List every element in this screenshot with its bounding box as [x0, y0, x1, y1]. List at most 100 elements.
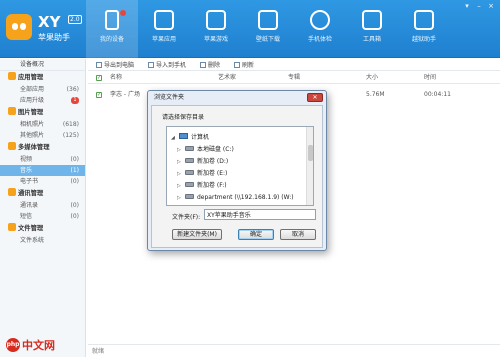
- col-size[interactable]: 大小: [366, 72, 378, 84]
- col-album[interactable]: 专辑: [288, 72, 300, 84]
- sidebar-item-app-upgrade[interactable]: 应用升级 1: [0, 95, 85, 106]
- main-nav: 我的设备 苹果应用 苹果游戏 壁纸下载 手机体检 工具箱 越狱助手: [86, 0, 450, 58]
- sidebar-device-overview[interactable]: 设备概况: [0, 59, 85, 71]
- tree-item-drive-d[interactable]: ▷ 新加卷 (D:): [177, 157, 228, 167]
- drive-icon: [185, 182, 194, 187]
- apps-group-icon: [8, 72, 16, 80]
- new-folder-button[interactable]: 新建文件夹(M): [172, 229, 222, 240]
- scrollbar-thumb[interactable]: [308, 145, 313, 161]
- col-name[interactable]: 名称: [110, 72, 122, 84]
- refresh-icon: [234, 61, 241, 68]
- ok-button[interactable]: 确定: [238, 229, 274, 240]
- tree-item-network-drive[interactable]: ▷ department (\\192.168.1.9) (W:): [177, 193, 294, 203]
- folder-label: 文件夹(F):: [172, 214, 201, 221]
- tree-scrollbar[interactable]: [306, 127, 313, 205]
- nav-phone-checkup[interactable]: 手机体检: [294, 0, 346, 58]
- dialog-body: 请选择保存目录 ◢ 计算机 ▷ 本地磁盘 (C:) ▷ 新加卷 (D:) ▷ 新…: [151, 105, 323, 248]
- sidebar-item-all-apps[interactable]: 全部应用 (36): [0, 84, 85, 95]
- sidebar-group-files[interactable]: 文件管理: [0, 222, 85, 235]
- select-all-checkbox[interactable]: ✓: [96, 75, 102, 81]
- tree-label: 新加卷 (F:): [197, 182, 227, 189]
- col-artist[interactable]: 艺术家: [218, 72, 236, 84]
- checkup-icon: [310, 10, 330, 30]
- item-count: (0): [70, 202, 80, 209]
- item-label: 相机照片: [20, 121, 45, 128]
- item-label: 文件系统: [20, 237, 45, 244]
- item-label: 电子书: [20, 178, 39, 185]
- refresh-button[interactable]: 刷新: [234, 60, 254, 69]
- nav-toolbox[interactable]: 工具箱: [346, 0, 398, 58]
- sidebar-group-apps[interactable]: 应用管理: [0, 71, 85, 84]
- nav-label: 工具箱: [362, 36, 381, 43]
- tree-item-drive-f[interactable]: ▷ 新加卷 (F:): [177, 181, 227, 191]
- app-name: 苹果助手: [38, 33, 70, 42]
- item-count: (0): [70, 156, 80, 163]
- sidebar: 设备概况 应用管理 全部应用 (36) 应用升级 1 图片管理 相机照片 (618) …: [0, 59, 86, 357]
- button-label: 导出到电脑: [104, 62, 135, 69]
- sidebar-item-file-system[interactable]: 文件系统: [0, 235, 85, 246]
- watermark: php 中文网: [6, 336, 55, 354]
- button-label: 导入到手机: [156, 62, 187, 69]
- col-time[interactable]: 时间: [424, 72, 436, 84]
- tree-label: 本地磁盘 (C:): [197, 146, 234, 153]
- cell-name: 李志 - 广场: [110, 91, 140, 98]
- nav-label: 壁纸下载: [255, 36, 280, 43]
- nav-label: 越狱助手: [411, 36, 436, 43]
- skin-icon[interactable]: ▾: [462, 2, 472, 10]
- import-to-phone-button[interactable]: 导入到手机: [148, 60, 186, 69]
- sidebar-item-music[interactable]: 音乐 (1): [0, 165, 85, 176]
- files-group-icon: [8, 223, 16, 231]
- nav-label: 手机体检: [307, 36, 332, 43]
- nav-my-device[interactable]: 我的设备: [86, 0, 138, 58]
- sidebar-item-sms[interactable]: 短信 (0): [0, 211, 85, 222]
- tree-item-computer[interactable]: ◢ 计算机: [171, 133, 209, 143]
- game-icon: [206, 10, 226, 30]
- nav-apple-apps[interactable]: 苹果应用: [138, 0, 190, 58]
- nav-label: 苹果应用: [151, 36, 176, 43]
- sidebar-group-contacts[interactable]: 通讯管理: [0, 187, 85, 200]
- button-label: 刷新: [242, 62, 255, 69]
- export-icon: [96, 61, 102, 68]
- collapsed-arrow-icon[interactable]: ▷: [177, 157, 183, 167]
- sidebar-group-photos[interactable]: 图片管理: [0, 106, 85, 119]
- drive-icon: [185, 146, 194, 151]
- nav-apple-games[interactable]: 苹果游戏: [190, 0, 242, 58]
- watermark-text: 中文网: [22, 339, 55, 352]
- sidebar-item-other-photos[interactable]: 其他照片 (125): [0, 130, 85, 141]
- cancel-button[interactable]: 取消: [280, 229, 316, 240]
- item-label: 应用升级: [20, 97, 45, 104]
- export-to-pc-button[interactable]: 导出到电脑: [96, 60, 134, 69]
- item-count: (0): [70, 213, 80, 220]
- minimize-icon[interactable]: –: [474, 2, 484, 10]
- collapsed-arrow-icon[interactable]: ▷: [177, 145, 183, 155]
- close-icon[interactable]: ×: [486, 2, 496, 10]
- tree-item-drive-c[interactable]: ▷ 本地磁盘 (C:): [177, 145, 234, 155]
- sidebar-item-ebook[interactable]: 电子书 (0): [0, 176, 85, 187]
- collapsed-arrow-icon[interactable]: ▷: [177, 181, 183, 191]
- delete-button[interactable]: 删除: [200, 60, 220, 69]
- nav-wallpaper[interactable]: 壁纸下载: [242, 0, 294, 58]
- version-badge: 2.0: [68, 15, 82, 24]
- delete-icon: [200, 61, 207, 68]
- tree-item-drive-e[interactable]: ▷ 新加卷 (E:): [177, 169, 227, 179]
- folder-tree[interactable]: ◢ 计算机 ▷ 本地磁盘 (C:) ▷ 新加卷 (D:) ▷ 新加卷 (E:) …: [166, 126, 314, 206]
- window-controls: ▾ – ×: [460, 2, 496, 10]
- sidebar-item-address-book[interactable]: 通讯录 (0): [0, 200, 85, 211]
- sidebar-group-media[interactable]: 多媒体管理: [0, 141, 85, 154]
- sidebar-item-camera-photos[interactable]: 相机照片 (618): [0, 119, 85, 130]
- collapsed-arrow-icon[interactable]: ▷: [177, 193, 183, 203]
- item-count: (1): [70, 167, 80, 174]
- folder-input[interactable]: [204, 209, 316, 220]
- dialog-close-button[interactable]: ✕: [307, 93, 323, 102]
- app-header: XY 2.0 苹果助手 我的设备 苹果应用 苹果游戏 壁纸下载 手机体检 工具箱: [0, 0, 500, 58]
- row-checkbox[interactable]: ✓: [96, 92, 102, 98]
- item-label: 音乐: [20, 167, 33, 174]
- nav-jailbreak[interactable]: 越狱助手: [398, 0, 450, 58]
- nav-label: 苹果游戏: [203, 36, 228, 43]
- sidebar-item-video[interactable]: 视频 (0): [0, 154, 85, 165]
- group-label: 通讯管理: [18, 190, 44, 197]
- notification-dot: [120, 10, 126, 16]
- group-label: 应用管理: [18, 74, 44, 81]
- collapsed-arrow-icon[interactable]: ▷: [177, 169, 183, 179]
- expanded-arrow-icon[interactable]: ◢: [171, 133, 177, 143]
